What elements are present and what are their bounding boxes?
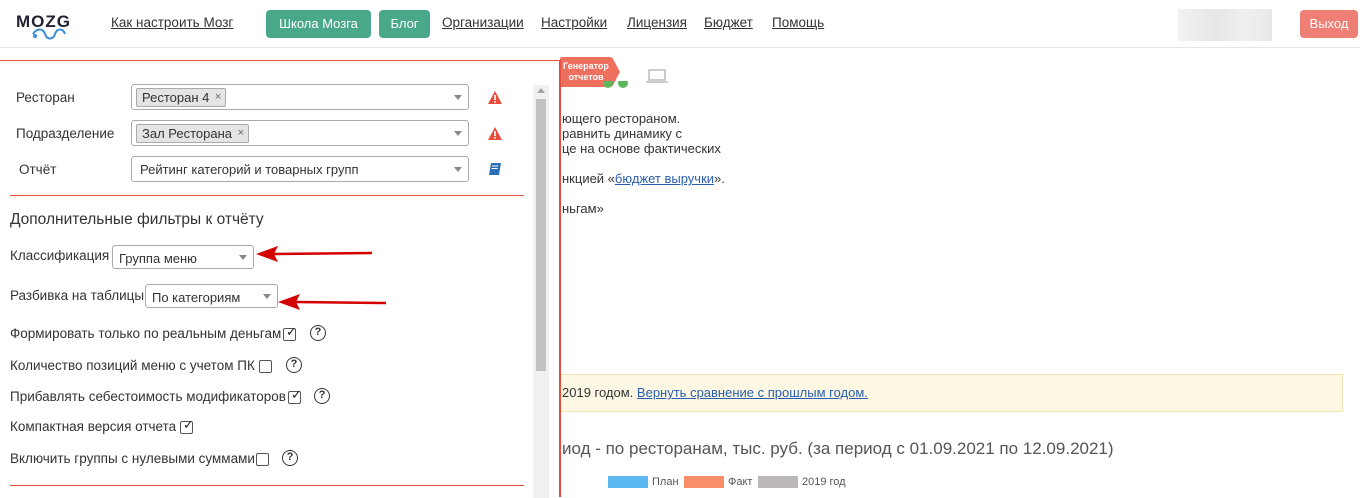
nav-link-license[interactable]: Лицензия — [627, 15, 687, 30]
dropdown-arrow-icon — [454, 167, 462, 172]
menu-items-pk-checkbox[interactable] — [259, 360, 272, 373]
red-arrow-annotation — [256, 246, 372, 262]
compact-version-checkbox[interactable]: ✓ — [180, 417, 194, 434]
description-line-2: равнить динамику с — [562, 126, 683, 141]
check-icon: ✓ — [183, 417, 194, 432]
description-line-3: це на основе фактических — [562, 141, 721, 156]
restaurant-label: Ресторан — [16, 90, 75, 105]
zero-groups-label: Включить группы с нулевыми суммами — [10, 451, 255, 466]
book-icon[interactable] — [488, 162, 502, 176]
panel-scrollbar[interactable] — [533, 85, 549, 498]
report-select[interactable]: Рейтинг категорий и товарных групп — [131, 156, 469, 182]
real-money-option: Формировать только по реальным деньгам — [10, 326, 281, 341]
blog-button[interactable]: Блог — [379, 10, 430, 38]
zero-groups-option: Включить группы с нулевыми суммами — [10, 451, 255, 466]
help-icon[interactable]: ? — [286, 357, 302, 373]
dropdown-arrow-icon — [454, 95, 462, 100]
classification-select-value: Группа меню — [119, 251, 197, 266]
red-arrow-annotation — [278, 294, 386, 310]
zero-groups-checkbox[interactable] — [256, 453, 269, 466]
logo-swirl-icon — [32, 28, 66, 40]
modifiers-cost-checkbox[interactable]: ✓ — [288, 387, 302, 404]
restaurant-tag-label: Ресторан 4 — [142, 90, 210, 105]
budget-line: нкцией «бюджет выручки». — [562, 171, 725, 186]
legend-swatch-plan — [608, 476, 648, 488]
budget-line-suffix: ». — [714, 171, 725, 186]
restore-comparison-link[interactable]: Вернуть сравнение с прошлым годом. — [637, 385, 868, 400]
classification-select[interactable]: Группа меню — [112, 245, 254, 269]
description-line-1: ющего ресторaном. — [562, 111, 681, 126]
check-icon: ✓ — [291, 387, 302, 402]
help-icon[interactable]: ? — [282, 450, 298, 466]
split-select-value: По категориям — [152, 290, 241, 305]
legend-label-2019: 2019 год — [802, 476, 846, 488]
report-select-value: Рейтинг категорий и товарных групп — [140, 162, 359, 177]
remove-tag-icon[interactable]: × — [215, 89, 221, 106]
dropdown-arrow-icon — [263, 294, 271, 299]
compact-version-option: Компактная версия отчета — [10, 419, 176, 434]
section-divider — [10, 485, 524, 486]
nav-link-help[interactable]: Помощь — [772, 15, 824, 30]
division-tag: Зал Ресторана × — [136, 124, 250, 143]
menu-items-pk-label: Количество позиций меню с учетом ПК — [10, 358, 255, 373]
modifiers-cost-label: Прибавлять себестоимость модификаторов — [10, 389, 286, 404]
division-label: Подразделение — [16, 126, 115, 141]
notice-text: 2019 годом. — [562, 385, 637, 400]
modifiers-cost-option: Прибавлять себестоимость модификаторов — [10, 389, 286, 404]
laptop-icon[interactable] — [646, 69, 668, 83]
restaurant-tag: Ресторан 4 × — [136, 88, 227, 107]
legend-label-plan: План — [652, 476, 679, 488]
report-filter-panel: Ресторан Ресторан 4 × Подразделение Зал … — [0, 60, 561, 498]
how-to-setup-link[interactable]: Как настроить Мозг — [111, 15, 233, 30]
scrollbar-thumb[interactable] — [536, 99, 546, 371]
logout-button[interactable]: Выход — [1300, 10, 1358, 38]
nav-link-settings[interactable]: Настройки — [541, 15, 607, 30]
report-label: Отчёт — [19, 162, 57, 177]
real-money-checkbox[interactable]: ✓ — [283, 324, 297, 341]
check-icon: ✓ — [286, 324, 297, 339]
division-tag-label: Зал Ресторана — [142, 126, 233, 141]
restaurant-select[interactable]: Ресторан 4 × — [131, 84, 469, 110]
legend-label-fact: Факт — [728, 476, 753, 488]
legend-swatch-fact — [684, 476, 724, 488]
help-icon[interactable]: ? — [314, 388, 330, 404]
user-info-blurred — [1178, 9, 1272, 41]
budget-line-prefix: нкцией « — [562, 171, 615, 186]
top-navbar: MOZG Как настроить Мозг Школа Мозга Блог… — [0, 0, 1360, 48]
comparison-notice: 2019 годом. Вернуть сравнение с прошлым … — [560, 374, 1343, 412]
split-label: Разбивка на таблицы — [10, 288, 145, 303]
dropdown-arrow-icon — [239, 255, 247, 260]
warning-icon — [488, 91, 502, 104]
green-dots-decoration — [603, 81, 628, 88]
additional-filters-title: Дополнительные фильтры к отчёту — [10, 211, 264, 228]
dropdown-arrow-icon — [454, 131, 462, 136]
mozg-logo[interactable]: MOZG — [16, 12, 76, 40]
budget-revenue-link[interactable]: бюджет выручки — [615, 171, 714, 186]
classification-label: Классификация — [10, 248, 110, 263]
division-select[interactable]: Зал Ресторана × — [131, 120, 469, 146]
nav-link-budget[interactable]: Бюджет — [704, 15, 753, 30]
section-divider — [10, 195, 524, 196]
chart-title: иод - по ресторанам, тыс. руб. (за перио… — [562, 439, 1114, 458]
nav-link-organizations[interactable]: Организации — [442, 15, 524, 30]
report-description-area: Генератор отчетов ющего ресторaном. равн… — [560, 49, 1360, 497]
compact-version-label: Компактная версия отчета — [10, 419, 177, 434]
scroll-up-arrow-icon[interactable] — [537, 88, 545, 93]
school-button[interactable]: Школа Мозга — [266, 10, 371, 38]
split-select[interactable]: По категориям — [145, 284, 278, 308]
menu-items-pk-option: Количество позиций меню с учетом ПК — [10, 358, 255, 373]
real-money-label: Формировать только по реальным деньгам — [10, 326, 282, 341]
remove-tag-icon[interactable]: × — [238, 125, 244, 142]
real-money-line: ньгам» — [562, 201, 604, 216]
warning-icon — [488, 127, 502, 140]
legend-swatch-2019 — [758, 476, 798, 488]
help-icon[interactable]: ? — [310, 325, 326, 341]
